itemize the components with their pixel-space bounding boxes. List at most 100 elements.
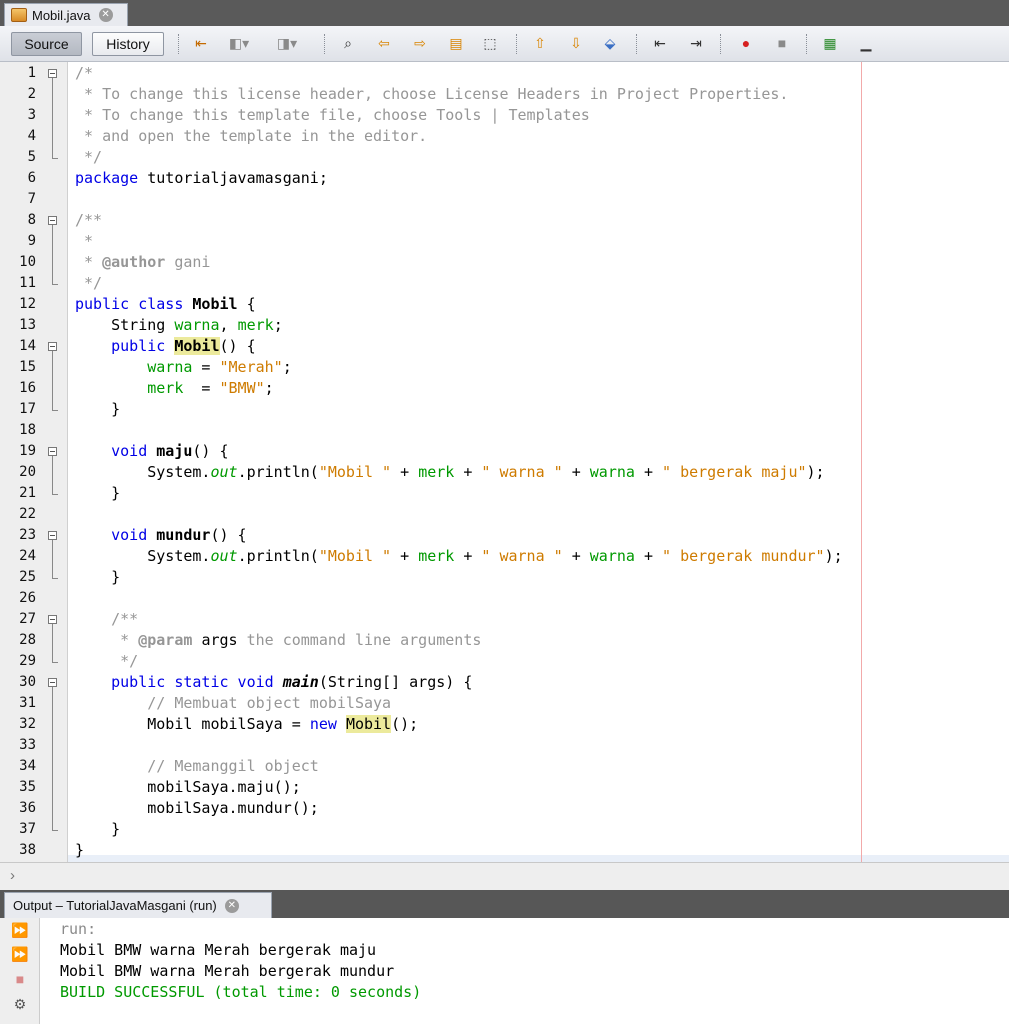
code-editor[interactable]: 1 2 3 4 5 6 7 8 9 10 11 12 13 14 15 16 1… xyxy=(0,62,1009,876)
settings-icon[interactable]: ⚙ xyxy=(10,994,30,1014)
previous-bookmark-icon[interactable]: ⇧ xyxy=(530,33,550,53)
code-line: /** xyxy=(75,610,139,628)
javadoc-param-name: args xyxy=(201,631,238,649)
last-edit-icon[interactable]: ⇤ xyxy=(191,33,211,53)
output-tab[interactable]: Output – TutorialJavaMasgani (run) ✕ xyxy=(4,892,272,918)
code-text: + xyxy=(634,547,663,565)
shift-right-icon[interactable]: ⇥ xyxy=(686,33,706,53)
code-line: String warna, merk; xyxy=(75,315,283,336)
toolbar-separator xyxy=(178,34,180,54)
find-icon[interactable]: ⌕ xyxy=(338,33,358,53)
toggle-highlight-icon[interactable]: ▤ xyxy=(446,33,466,53)
keyword: public static void xyxy=(111,673,274,691)
code-line: * @author gani xyxy=(75,252,210,273)
static-field: out xyxy=(210,547,238,565)
string-literal: " bergerak maju" xyxy=(662,463,807,481)
code-text: () { xyxy=(192,442,229,460)
output-tab-strip: Output – TutorialJavaMasgani (run) ✕ xyxy=(0,890,1009,918)
comment-text: the command line arguments xyxy=(237,631,482,649)
comment-icon[interactable]: ▦ xyxy=(820,33,840,53)
field-name: warna xyxy=(147,358,193,376)
rerun-different-icon[interactable]: ⏩ xyxy=(10,944,30,964)
editor-tab-strip: Mobil.java ✕ xyxy=(0,0,1009,26)
next-bookmark-icon[interactable]: ⇩ xyxy=(566,33,586,53)
code-line: warna = "Merah"; xyxy=(75,357,292,378)
code-line: * @param args the command line arguments xyxy=(75,630,481,651)
code-text: tutorialjavamasgani; xyxy=(138,169,328,187)
source-button[interactable]: Source xyxy=(11,32,82,56)
rerun-icon[interactable]: ⏩ xyxy=(10,920,30,940)
code-line: */ xyxy=(75,148,103,166)
static-field: out xyxy=(210,463,238,481)
code-text: + xyxy=(562,463,590,481)
start-macro-icon[interactable]: ● xyxy=(736,33,756,53)
code-line: * xyxy=(75,232,94,250)
code-line: * To change this template file, choose T… xyxy=(75,106,590,124)
code-text: + xyxy=(562,547,590,565)
code-line: public Mobil() { xyxy=(75,336,256,357)
code-line: merk = "BMW"; xyxy=(75,378,273,399)
history-button[interactable]: History xyxy=(92,32,164,56)
code-text: ); xyxy=(824,547,843,565)
code-text: .println( xyxy=(237,463,319,481)
toggle-bookmark-icon[interactable]: ⬙ xyxy=(600,33,620,53)
code-text: = xyxy=(183,379,220,397)
editor-tab-mobil-java[interactable]: Mobil.java ✕ xyxy=(4,3,128,26)
string-literal: "Merah" xyxy=(219,358,283,376)
code-text: () { xyxy=(210,526,247,544)
uncomment-icon[interactable]: ▁ xyxy=(856,33,876,53)
field-name: merk xyxy=(237,316,274,334)
close-tab-icon[interactable]: ✕ xyxy=(224,898,239,913)
comment-text: * xyxy=(75,253,103,271)
shift-left-icon[interactable]: ⇤ xyxy=(650,33,670,53)
class-name: Mobil xyxy=(192,295,238,313)
string-literal: "Mobil " xyxy=(318,463,392,481)
code-line: void mundur() { xyxy=(75,525,247,546)
code-text: Mobil mobilSaya = xyxy=(75,715,310,733)
code-text: , xyxy=(219,316,238,334)
code-text: .println( xyxy=(237,547,319,565)
code-line: void maju() { xyxy=(75,441,229,462)
field-name: warna xyxy=(174,316,220,334)
code-line: } xyxy=(75,400,121,418)
output-action-gutter: ⏩ ⏩ ■ ⚙ xyxy=(0,918,40,1024)
editor-tab-title: Mobil.java xyxy=(32,7,91,23)
field-name: merk xyxy=(147,379,184,397)
code-text-area[interactable]: /* * To change this license header, choo… xyxy=(0,62,1009,862)
back-icon[interactable]: ◧▾ xyxy=(229,33,249,53)
code-text: ; xyxy=(282,358,292,376)
java-file-icon xyxy=(11,8,27,22)
string-literal: " bergerak mundur" xyxy=(662,547,825,565)
code-line: */ xyxy=(75,274,103,292)
method-name: mundur xyxy=(156,526,211,544)
find-next-icon[interactable]: ⇨ xyxy=(410,33,430,53)
stop-macro-icon[interactable]: ■ xyxy=(772,33,792,53)
code-line: System.out.println("Mobil " + merk + " w… xyxy=(75,546,843,567)
code-line: /* xyxy=(75,64,94,82)
code-text: ); xyxy=(806,463,825,481)
constructor-name-highlighted: Mobil xyxy=(174,337,220,355)
field-name: warna xyxy=(589,463,635,481)
keyword: void xyxy=(111,526,148,544)
code-line: } xyxy=(75,568,121,586)
forward-icon[interactable]: ◨▾ xyxy=(277,33,297,53)
stop-icon[interactable]: ■ xyxy=(10,969,30,989)
field-name: warna xyxy=(589,547,635,565)
toolbar-separator xyxy=(516,34,518,54)
output-tab-title: Output – TutorialJavaMasgani (run) xyxy=(13,898,217,913)
toolbar-separator xyxy=(720,34,722,54)
chevron-right-icon[interactable]: › xyxy=(10,867,15,884)
javadoc-tag: @author xyxy=(102,253,166,271)
close-tab-icon[interactable]: ✕ xyxy=(98,8,113,22)
output-panel[interactable]: ⏩ ⏩ ■ ⚙ run: Mobil BMW warna Merah berge… xyxy=(0,918,1009,1024)
find-previous-icon[interactable]: ⇦ xyxy=(374,33,394,53)
select-icon[interactable]: ⬚ xyxy=(480,33,500,53)
code-line: * and open the template in the editor. xyxy=(75,127,428,145)
code-line: System.out.println("Mobil " + merk + " w… xyxy=(75,462,825,483)
